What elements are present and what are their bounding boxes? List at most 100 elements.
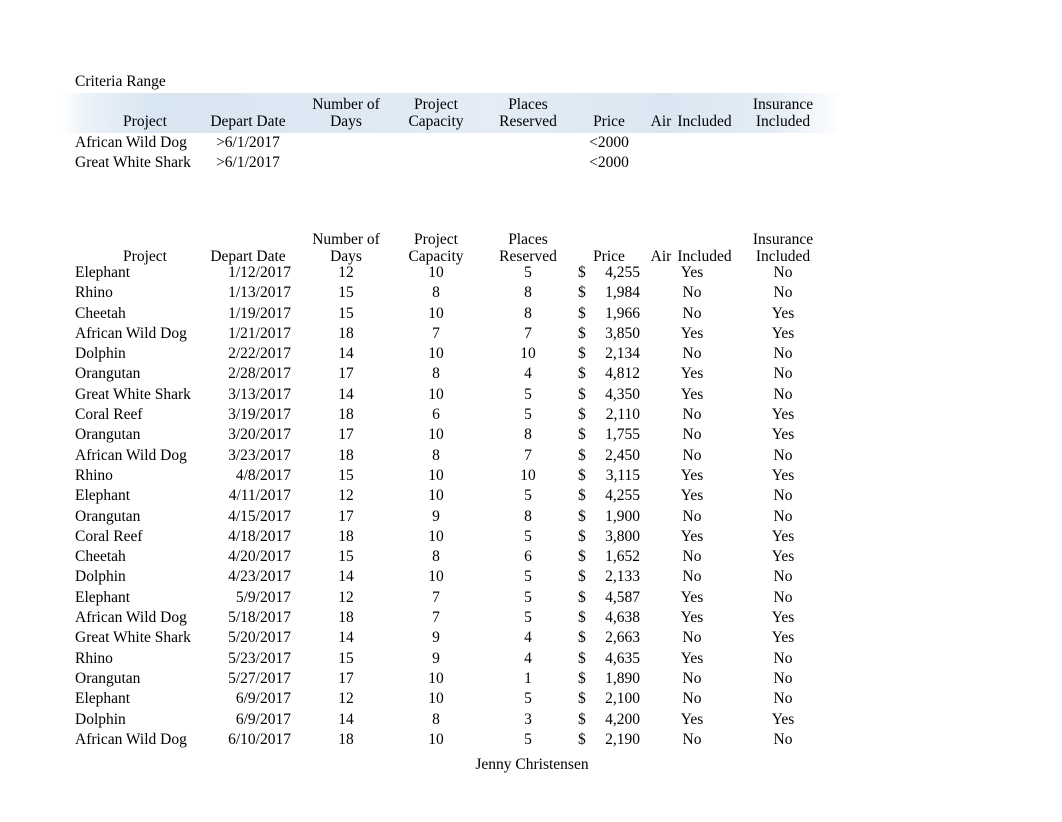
cell-depart-date[interactable]: 4/11/2017 [205,486,291,506]
cell-price[interactable]: 1,652 [592,547,640,567]
cell-depart-date[interactable]: 1/13/2017 [205,283,291,303]
cell-depart-date[interactable]: 3/19/2017 [205,405,291,425]
table-row[interactable]: Coral Reef 3/19/2017 18 6 5 $2,110 No Yes [0,405,1062,425]
cell-days[interactable]: 18 [303,730,389,750]
cell-capacity[interactable]: 10 [393,263,479,283]
cell-capacity[interactable]: 10 [393,304,479,324]
cell-places-reserved[interactable]: 5 [485,608,571,628]
cell-days[interactable]: 12 [303,588,389,608]
cell-insurance-included[interactable]: Yes [748,710,818,730]
cell-insurance-included[interactable]: No [748,385,818,405]
cell-air-included[interactable]: No [650,425,734,445]
cell-insurance-included[interactable]: Yes [748,425,818,445]
cell-days[interactable]: 14 [303,385,389,405]
cell-capacity[interactable]: 8 [393,364,479,384]
cell-capacity[interactable]: 7 [393,324,479,344]
cell-depart-date[interactable]: 5/9/2017 [205,588,291,608]
cell-depart-date[interactable]: 4/8/2017 [205,466,291,486]
cell-depart-date[interactable]: 1/21/2017 [205,324,291,344]
cell-price[interactable]: 3,850 [592,324,640,344]
cell-price[interactable]: 1,755 [592,425,640,445]
cell-capacity[interactable]: 10 [393,730,479,750]
cell-currency-symbol[interactable]: $ [578,385,590,405]
cell-days[interactable]: 12 [303,486,389,506]
table-row[interactable]: Orangutan 4/15/2017 17 9 8 $1,900 No No [0,507,1062,527]
cell-places-reserved[interactable]: 10 [485,466,571,486]
cell-currency-symbol[interactable]: $ [578,527,590,547]
cell-depart-date[interactable]: 2/22/2017 [205,344,291,364]
cell-capacity[interactable]: 7 [393,588,479,608]
cell-capacity[interactable]: 7 [393,608,479,628]
cell-air-included[interactable]: Yes [650,263,734,283]
table-row[interactable]: African Wild Dog 6/10/2017 18 10 5 $2,190 No No [0,730,1062,750]
cell-days[interactable]: 15 [303,304,389,324]
cell-capacity[interactable]: 10 [393,689,479,709]
cell-air-included[interactable]: No [650,507,734,527]
cell-places-reserved[interactable]: 5 [485,588,571,608]
table-row[interactable]: Dolphin 4/23/2017 14 10 5 $2,133 No No [0,567,1062,587]
cell-places-reserved[interactable]: 8 [485,283,571,303]
cell-days[interactable]: 17 [303,364,389,384]
cell-capacity[interactable]: 8 [393,283,479,303]
cell-insurance-included[interactable]: No [748,507,818,527]
cell-days[interactable]: 14 [303,628,389,648]
cell-places-reserved[interactable]: 5 [485,527,571,547]
cell-insurance-included[interactable]: No [748,446,818,466]
cell-price[interactable]: 2,134 [592,344,640,364]
cell-air-included[interactable]: Yes [650,710,734,730]
table-row[interactable]: Great White Shark >6/1/2017 <2000 [0,153,1062,173]
cell-currency-symbol[interactable]: $ [578,547,590,567]
cell-places-reserved[interactable]: 5 [485,730,571,750]
cell-air-included[interactable]: No [650,405,734,425]
cell-air-included[interactable]: Yes [650,649,734,669]
cell-currency-symbol[interactable]: $ [578,324,590,344]
cell-insurance-included[interactable]: No [748,567,818,587]
cell-days[interactable]: 17 [303,507,389,527]
table-row[interactable]: Great White Shark 5/20/2017 14 9 4 $2,663 No Ye… [0,628,1062,648]
cell-air-included[interactable]: No [650,446,734,466]
cell-places-reserved[interactable]: 4 [485,364,571,384]
cell-price[interactable]: 2,100 [592,689,640,709]
cell-insurance-included[interactable]: No [748,263,818,283]
cell-depart-date[interactable]: 4/15/2017 [205,507,291,527]
table-row[interactable]: African Wild Dog >6/1/2017 <2000 [0,133,1062,153]
cell-currency-symbol[interactable]: $ [578,608,590,628]
cell-days[interactable]: 17 [303,669,389,689]
cell-price[interactable]: 1,966 [592,304,640,324]
cell-insurance-included[interactable]: No [748,283,818,303]
cell-depart-date[interactable]: >6/1/2017 [205,153,291,173]
cell-insurance-included[interactable]: Yes [748,466,818,486]
cell-currency-symbol[interactable]: $ [578,669,590,689]
cell-air-included[interactable]: No [650,344,734,364]
cell-depart-date[interactable]: 3/13/2017 [205,385,291,405]
cell-insurance-included[interactable]: Yes [748,628,818,648]
cell-days[interactable]: 15 [303,466,389,486]
cell-price[interactable]: 4,255 [592,486,640,506]
cell-days[interactable]: 12 [303,689,389,709]
cell-days[interactable]: 18 [303,405,389,425]
table-row[interactable]: Cheetah 4/20/2017 15 8 6 $1,652 No Yes [0,547,1062,567]
cell-currency-symbol[interactable]: $ [578,689,590,709]
cell-days[interactable]: 18 [303,527,389,547]
cell-air-included[interactable]: No [650,283,734,303]
cell-air-included[interactable]: No [650,669,734,689]
cell-air-included[interactable]: Yes [650,486,734,506]
cell-places-reserved[interactable]: 3 [485,710,571,730]
cell-currency-symbol[interactable]: $ [578,304,590,324]
cell-currency-symbol[interactable]: $ [578,263,590,283]
cell-days[interactable]: 18 [303,324,389,344]
table-row[interactable]: Orangutan 3/20/2017 17 10 8 $1,755 No Yes [0,425,1062,445]
cell-days[interactable]: 14 [303,710,389,730]
cell-depart-date[interactable]: 1/12/2017 [205,263,291,283]
cell-currency-symbol[interactable]: $ [578,486,590,506]
cell-days[interactable]: 12 [303,263,389,283]
cell-air-included[interactable]: No [650,567,734,587]
cell-air-included[interactable]: No [650,304,734,324]
cell-depart-date[interactable]: 3/20/2017 [205,425,291,445]
cell-price[interactable]: 4,638 [592,608,640,628]
cell-currency-symbol[interactable]: $ [578,446,590,466]
cell-price[interactable]: <2000 [578,133,640,153]
table-row[interactable]: Dolphin 2/22/2017 14 10 10 $2,134 No No [0,344,1062,364]
cell-places-reserved[interactable]: 5 [485,385,571,405]
cell-days[interactable]: 15 [303,283,389,303]
